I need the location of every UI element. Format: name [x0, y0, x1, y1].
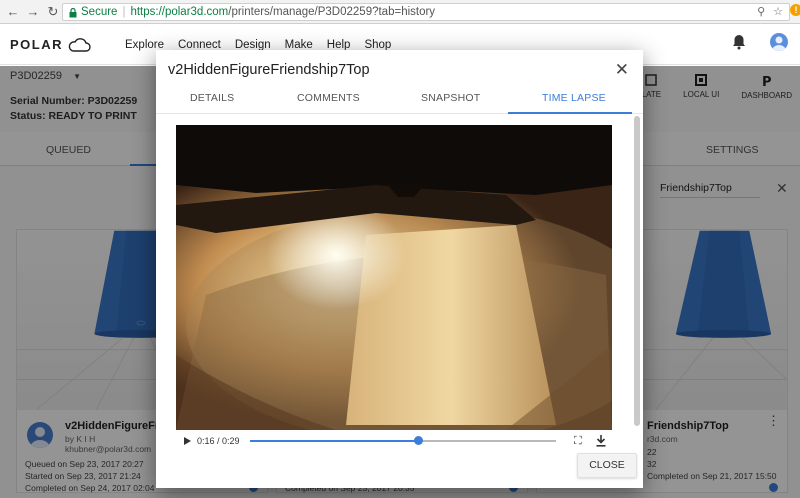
- tab-time-lapse[interactable]: TIME LAPSE: [542, 92, 606, 104]
- zoom-icon[interactable]: ⚲: [757, 5, 765, 18]
- active-tab-underline: [508, 112, 632, 114]
- close-button[interactable]: CLOSE: [577, 453, 637, 478]
- fullscreen-icon[interactable]: ⛶: [574, 435, 582, 448]
- address-bar[interactable]: Secure | https://polar3d.com/printers/ma…: [62, 3, 790, 21]
- modal-tabs: DETAILS COMMENTS SNAPSHOT TIME LAPSE: [156, 86, 643, 114]
- logo-text: POLAR: [10, 37, 63, 52]
- back-icon[interactable]: ←: [6, 4, 20, 19]
- close-icon[interactable]: ✕: [615, 60, 629, 80]
- address-separator: |: [122, 6, 126, 18]
- tab-comments[interactable]: COMMENTS: [297, 92, 360, 104]
- tab-snapshot[interactable]: SNAPSHOT: [421, 92, 480, 104]
- browser-chrome: ← → ↻ Secure | https://polar3d.com/print…: [0, 0, 800, 24]
- url-path: /printers/manage/P3D02259?tab=history: [228, 6, 436, 18]
- forward-icon[interactable]: →: [26, 4, 40, 19]
- cloud-icon: [68, 37, 91, 52]
- nav-shop[interactable]: Shop: [364, 39, 391, 51]
- seek-progress: [250, 440, 419, 442]
- logo[interactable]: POLAR: [10, 37, 91, 53]
- nav-explore[interactable]: Explore: [125, 39, 164, 51]
- video-time: 0:16 / 0:29: [197, 436, 240, 446]
- nav-design[interactable]: Design: [235, 39, 271, 51]
- bell-icon[interactable]: [732, 34, 746, 50]
- print-detail-modal: v2HiddenFigureFriendship7Top ✕ DETAILS C…: [156, 50, 643, 488]
- reload-icon[interactable]: ↻: [46, 4, 60, 19]
- url-host: https://polar3d.com: [130, 6, 229, 18]
- timelapse-video[interactable]: [176, 125, 612, 430]
- play-icon[interactable]: [184, 437, 191, 445]
- nav-help[interactable]: Help: [327, 39, 351, 51]
- video-controls: 0:16 / 0:29 ⛶: [176, 430, 612, 452]
- secure-label: Secure: [81, 6, 118, 18]
- seek-bar[interactable]: [250, 436, 556, 445]
- lock-icon: [69, 7, 77, 17]
- nav-make[interactable]: Make: [285, 39, 313, 51]
- warning-icon[interactable]: !: [790, 4, 800, 16]
- modal-scrollbar[interactable]: [634, 116, 640, 426]
- modal-title: v2HiddenFigureFriendship7Top: [168, 62, 370, 78]
- top-nav: Explore Connect Design Make Help Shop: [125, 39, 391, 51]
- seek-handle[interactable]: [413, 436, 423, 445]
- star-icon[interactable]: ☆: [773, 5, 783, 18]
- nav-connect[interactable]: Connect: [178, 39, 221, 51]
- download-icon[interactable]: [596, 435, 606, 450]
- user-avatar[interactable]: [770, 33, 788, 51]
- tab-details[interactable]: DETAILS: [190, 92, 234, 104]
